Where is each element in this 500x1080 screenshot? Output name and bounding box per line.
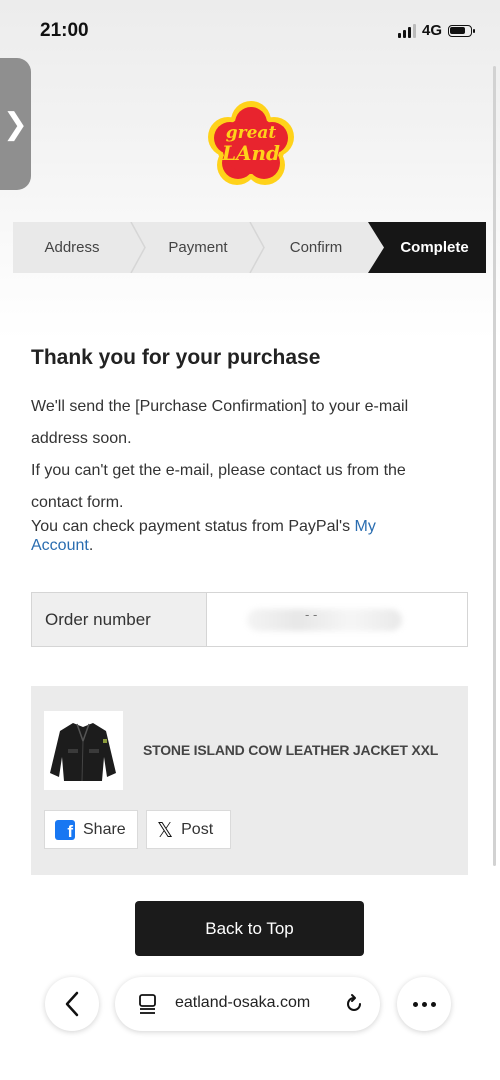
svg-text:LAnd: LAnd — [221, 141, 280, 165]
checkout-steps: Address Payment Confirm Complete — [13, 222, 486, 273]
browser-back-button[interactable] — [45, 977, 99, 1031]
step-complete: Complete — [400, 239, 469, 256]
step-payment: Payment — [168, 239, 228, 256]
paypal-note-continued: Account. — [31, 537, 94, 554]
back-to-top-button[interactable]: Back to Top — [135, 901, 364, 956]
page-title: Thank you for your purchase — [31, 346, 321, 369]
page-settings-icon[interactable] — [137, 993, 159, 1015]
battery-icon — [448, 24, 475, 37]
address-bar[interactable]: eatland-osaka.com — [115, 977, 380, 1031]
product-card: STONE ISLAND COW LEATHER JACKET XXL f Sh… — [31, 686, 468, 875]
step-address: Address — [44, 239, 100, 256]
side-panel-tab[interactable]: ❯ — [0, 58, 31, 190]
more-options-button[interactable] — [397, 977, 451, 1031]
message-line: contact form. — [31, 494, 124, 511]
reload-icon[interactable] — [343, 993, 365, 1015]
chevron-left-icon — [65, 991, 79, 1017]
x-icon: 𝕏 — [157, 817, 174, 842]
svg-text:great: great — [226, 123, 277, 143]
network-type: 4G — [421, 22, 442, 39]
signal-icon — [397, 23, 416, 38]
facebook-icon: f — [55, 819, 75, 840]
product-name: STONE ISLAND COW LEATHER JACKET XXL — [143, 742, 439, 758]
x-post-button[interactable]: 𝕏 Post — [146, 810, 231, 849]
product-image[interactable] — [44, 711, 123, 790]
my-account-link[interactable]: Account — [31, 537, 89, 554]
order-number-label: Order number — [32, 593, 207, 646]
status-time: 21:00 — [40, 20, 89, 41]
order-number-value: - - — [305, 607, 318, 622]
status-indicators: 4G — [397, 22, 475, 39]
facebook-share-button[interactable]: f Share — [44, 810, 138, 849]
my-account-link[interactable]: My — [355, 518, 376, 535]
more-dots-icon — [412, 1001, 418, 1007]
message-line: We'll send the [Purchase Confirmation] t… — [31, 398, 409, 415]
paypal-note: You can check payment status from PayPal… — [31, 518, 376, 535]
order-number-box: Order number - - — [31, 592, 468, 647]
order-number-redacted — [247, 609, 402, 631]
url-text: eatland-osaka.com — [175, 994, 311, 1011]
scrollbar[interactable] — [493, 66, 496, 866]
chevron-right-icon: ❯ — [2, 106, 29, 142]
step-confirm: Confirm — [289, 239, 343, 256]
message-line: address soon. — [31, 430, 132, 447]
greatland-logo[interactable]: great LAnd — [204, 98, 298, 192]
jacket-icon — [50, 723, 116, 782]
message-line: If you can't get the e-mail, please cont… — [31, 462, 406, 479]
